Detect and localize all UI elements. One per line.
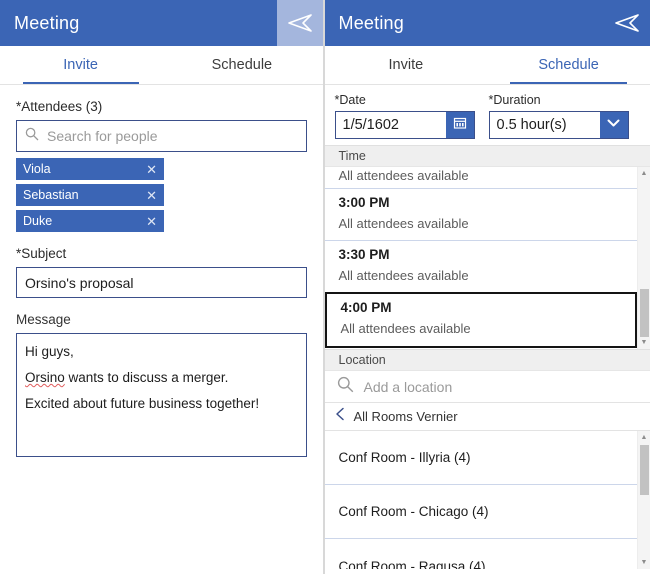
date-input[interactable]: 1/5/1602 [334,111,475,139]
time-slot-availability: All attendees available [340,321,471,336]
time-slot-availability: All attendees available [338,216,469,231]
attendee-chip[interactable]: Viola ✕ [16,158,164,180]
duration-dropdown-button[interactable] [599,112,628,138]
room-list-scroll-thumb[interactable] [640,445,649,495]
attendee-search-placeholder: Search for people [47,128,158,144]
duration-field: *Duration 0.5 hour(s) [488,93,629,139]
all-rooms-back-label: All Rooms Vernier [353,409,458,424]
tab-schedule-label: Schedule [538,57,599,73]
close-icon[interactable]: ✕ [146,189,157,202]
time-section-header: Time [324,145,650,167]
room-name: Conf Room - Ragusa (4) [338,558,486,570]
all-rooms-back-row[interactable]: All Rooms Vernier [324,403,650,431]
invite-form: *Attendees (3) Search for people Viola ✕… [0,85,323,574]
date-field: *Date 1/5/1602 [334,93,475,139]
scroll-up-arrow-icon[interactable]: ▲ [638,167,650,180]
tab-invite[interactable]: Invite [325,46,488,84]
right-titlebar: Meeting [324,0,650,46]
schedule-form: *Date 1/5/1602 *Duration 0.5 hour(s) Tim… [324,85,650,574]
left-send-button[interactable] [276,0,323,46]
left-titlebar: Meeting [0,0,323,46]
message-textarea[interactable]: Hi guys, Orsino wants to discuss a merge… [16,333,307,457]
time-slot-time: 4:00 PM [340,300,392,315]
attendee-chip-name: Duke [23,214,53,228]
close-icon[interactable]: ✕ [146,163,157,176]
time-list-scroll-thumb[interactable] [640,289,649,337]
time-list-scrollbar[interactable]: ▲ ▼ [637,167,650,349]
time-slot-row[interactable]: 3:00 PM All attendees available [324,189,637,241]
left-window-title: Meeting [14,12,80,33]
search-icon [25,127,39,146]
chevron-left-icon [335,407,346,426]
time-slot-availability: All attendees available [338,168,469,183]
time-slot-row[interactable]: 3:30 PM All attendees available [324,241,637,293]
tab-invite[interactable]: Invite [0,46,161,84]
tab-invite-label: Invite [63,57,98,73]
search-icon [337,376,354,398]
attendee-search-input[interactable]: Search for people [16,120,307,152]
message-line-1: Hi guys, [25,344,74,359]
time-slot-row-selected[interactable]: 4:00 PM All attendees available [324,292,637,348]
date-picker-button[interactable] [445,112,474,138]
message-line-2: Orsino wants to discuss a merger. [25,365,298,391]
location-search-placeholder: Add a location [363,378,453,395]
subject-value: Orsino's proposal [25,274,134,291]
scroll-down-arrow-icon[interactable]: ▼ [638,556,650,569]
send-paper-plane-icon [613,13,641,33]
left-tab-bar: Invite Schedule [0,46,323,85]
attendee-chip-list: Viola ✕ Sebastian ✕ Duke ✕ [16,158,307,232]
scroll-down-arrow-icon[interactable]: ▼ [638,336,650,349]
chevron-down-icon [606,116,621,134]
attendee-chip[interactable]: Duke ✕ [16,210,164,232]
room-list: Conf Room - Illyria (4) Conf Room - Chic… [324,431,650,570]
misspelled-word: Orsino [25,370,65,385]
room-list-item[interactable]: Conf Room - Illyria (4) [324,431,637,485]
duration-select[interactable]: 0.5 hour(s) [488,111,629,139]
send-paper-plane-icon [286,13,314,33]
tab-schedule[interactable]: Schedule [161,46,322,84]
scroll-up-arrow-icon[interactable]: ▲ [638,431,650,444]
message-line-2-rest: wants to discuss a merger. [64,370,229,385]
right-send-button[interactable] [604,0,650,46]
room-list-item[interactable]: Conf Room - Ragusa (4) [325,539,638,570]
location-search-input[interactable]: Add a location [324,371,650,403]
right-window-title: Meeting [338,12,404,33]
attendee-chip[interactable]: Sebastian ✕ [16,184,164,206]
duration-value: 0.5 hour(s) [496,117,567,133]
room-list-item[interactable]: Conf Room - Chicago (4) [324,485,637,539]
subject-input[interactable]: Orsino's proposal [16,267,307,298]
location-section-header: Location [324,349,650,371]
room-name: Conf Room - Illyria (4) [338,450,471,465]
schedule-panel: Meeting Invite Schedule *Date 1/5/1602 *… [323,0,650,574]
tab-invite-label: Invite [388,57,424,73]
tab-schedule[interactable]: Schedule [487,46,650,84]
message-line-3: Excited about future business together! [25,396,260,411]
invite-panel: Meeting Invite Schedule *Attendees (3) S… [0,0,324,574]
room-list-scrollbar[interactable]: ▲ ▼ [637,431,650,569]
attendees-label: *Attendees (3) [16,99,103,114]
date-value: 1/5/1602 [342,117,399,133]
time-slot-row[interactable]: All attendees available [324,167,637,189]
date-label: *Date [334,93,366,107]
date-duration-row: *Date 1/5/1602 *Duration 0.5 hour(s) [325,85,650,145]
time-slot-list: All attendees available 3:00 PM All atte… [324,167,650,349]
room-list-inner: Conf Room - Illyria (4) Conf Room - Chic… [324,431,638,570]
time-slot-availability: All attendees available [338,268,469,283]
attendee-chip-name: Sebastian [23,188,79,202]
meeting-scheduler-app: Meeting Invite Schedule *Attendees (3) S… [0,0,650,574]
calendar-icon [453,116,467,135]
tab-schedule-label: Schedule [211,57,273,73]
time-slot-list-inner: All attendees available 3:00 PM All atte… [324,167,637,349]
time-slot-time: 3:30 PM [338,247,390,262]
attendee-chip-name: Viola [23,162,51,176]
message-label: Message [16,312,71,327]
duration-label: *Duration [488,93,541,107]
room-name: Conf Room - Chicago (4) [338,504,489,519]
close-icon[interactable]: ✕ [146,215,157,228]
subject-label: *Subject [16,246,67,261]
time-slot-time: 3:00 PM [338,195,390,210]
right-tab-bar: Invite Schedule [324,46,650,85]
